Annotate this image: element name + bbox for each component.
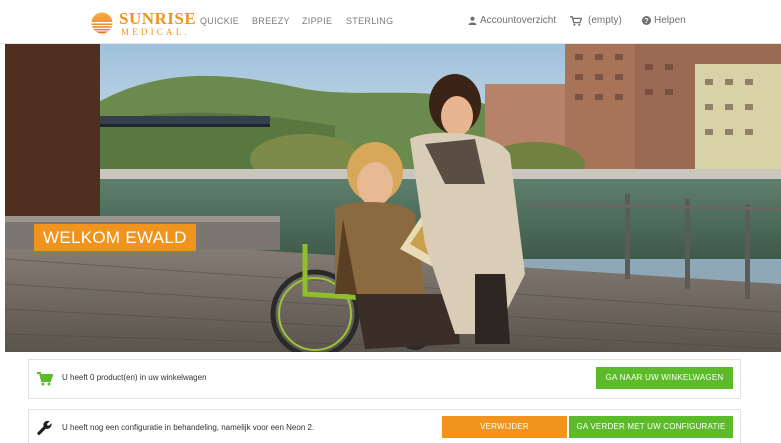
cart-panel: U heeft 0 product(en) in uw winkelwagen … — [28, 359, 741, 399]
help-link[interactable]: ? Helpen — [642, 15, 686, 26]
svg-text:?: ? — [644, 16, 648, 25]
nav-zippie[interactable]: ZIPPIE — [302, 16, 332, 26]
brand-name: SUNRISE — [119, 8, 197, 28]
account-overview-link[interactable]: Accountoverzicht — [468, 15, 556, 26]
user-icon — [468, 16, 477, 25]
wrench-icon — [37, 420, 52, 435]
nav-breezy[interactable]: BREEZY — [252, 16, 290, 26]
hero-banner: WELKOM EWALD — [5, 44, 781, 352]
hero-photo — [5, 44, 781, 352]
brand-subtitle: MEDICAL. — [121, 26, 190, 37]
sunrise-medical-logo[interactable]: SUNRISE MEDICAL. — [88, 9, 196, 37]
welcome-banner: WELKOM EWALD — [34, 224, 196, 251]
continue-configuration-button[interactable]: GA VERDER MET UW CONFIGURATIE — [569, 416, 733, 438]
cart-icon — [570, 15, 582, 26]
help-icon: ? — [642, 16, 651, 25]
cart-status-text: U heeft 0 product(en) in uw winkelwagen — [62, 373, 207, 382]
configuration-status-text: U heeft nog een configuratie in behandel… — [62, 423, 315, 432]
site-header: SUNRISE MEDICAL. QUICKIE BREEZY ZIPPIE S… — [0, 0, 781, 44]
configuration-panel: U heeft nog een configuratie in behandel… — [28, 409, 741, 443]
help-label: Helpen — [654, 15, 686, 26]
cart-icon — [37, 372, 53, 386]
nav-quickie[interactable]: QUICKIE — [200, 16, 239, 26]
sun-logo-icon — [88, 12, 116, 34]
nav-sterling[interactable]: STERLING — [346, 16, 393, 26]
header-cart-link[interactable]: (empty) — [570, 15, 622, 26]
remove-configuration-button[interactable]: VERWIJDER CONFIGURATIE — [442, 416, 567, 438]
go-to-cart-button[interactable]: GA NAAR UW WINKELWAGEN — [596, 367, 733, 389]
header-cart-label: (empty) — [588, 15, 622, 26]
account-overview-label: Accountoverzicht — [480, 15, 557, 26]
